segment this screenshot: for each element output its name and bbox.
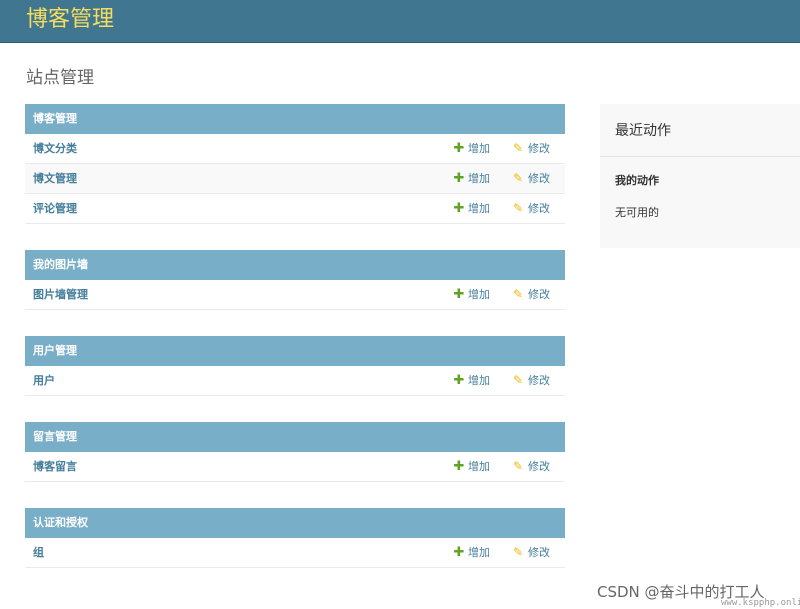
pencil-icon: ✎ (512, 459, 524, 473)
change-label: 修改 (528, 172, 550, 185)
model-row: 组 ✚ 增加 ✎ 修改 (25, 538, 565, 568)
model-link[interactable]: 评论管理 (33, 194, 77, 223)
model-row: 博客留言 ✚ 增加 ✎ 修改 (25, 452, 565, 482)
change-label: 修改 (528, 288, 550, 301)
change-link[interactable]: ✎ 修改 (512, 538, 550, 567)
model-link[interactable]: 博文管理 (33, 164, 77, 193)
pencil-icon: ✎ (512, 373, 524, 387)
pencil-icon: ✎ (512, 545, 524, 559)
add-link[interactable]: ✚ 增加 (453, 538, 490, 567)
site-header: 博客管理 (0, 0, 800, 43)
module-caption[interactable]: 留言管理 (25, 422, 565, 452)
add-label: 增加 (468, 546, 490, 559)
model-link[interactable]: 博文分类 (33, 134, 77, 163)
plus-icon: ✚ (453, 459, 465, 474)
add-link[interactable]: ✚ 增加 (453, 134, 490, 163)
plus-icon: ✚ (453, 373, 465, 388)
model-row: 图片墙管理 ✚ 增加 ✎ 修改 (25, 280, 565, 310)
add-label: 增加 (468, 288, 490, 301)
model-link[interactable]: 组 (33, 538, 44, 567)
change-link[interactable]: ✎ 修改 (512, 164, 550, 193)
add-link[interactable]: ✚ 增加 (453, 194, 490, 223)
add-link[interactable]: ✚ 增加 (453, 280, 490, 309)
module-caption[interactable]: 我的图片墙 (25, 250, 565, 280)
change-label: 修改 (528, 460, 550, 473)
empty-actions-text: 无可用的 (615, 206, 659, 219)
app-module-blog: 博客管理 博文分类 ✚ 增加 ✎ 修改 博文管理 ✚ 增加 ✎ 修改 评论管理 ✚ 增加 … (25, 104, 565, 224)
plus-icon: ✚ (453, 171, 465, 186)
change-label: 修改 (528, 142, 550, 155)
model-row: 博文分类 ✚ 增加 ✎ 修改 (25, 134, 565, 164)
pencil-icon: ✎ (512, 201, 524, 215)
add-link[interactable]: ✚ 增加 (453, 452, 490, 481)
model-row: 博文管理 ✚ 增加 ✎ 修改 (25, 164, 565, 194)
change-label: 修改 (528, 546, 550, 559)
change-link[interactable]: ✎ 修改 (512, 366, 550, 395)
model-row: 评论管理 ✚ 增加 ✎ 修改 (25, 194, 565, 224)
change-link[interactable]: ✎ 修改 (512, 194, 550, 223)
model-link[interactable]: 博客留言 (33, 452, 77, 481)
plus-icon: ✚ (453, 287, 465, 302)
app-module-users: 用户管理 用户 ✚ 增加 ✎ 修改 (25, 336, 565, 396)
change-link[interactable]: ✎ 修改 (512, 452, 550, 481)
pencil-icon: ✎ (512, 141, 524, 155)
add-link[interactable]: ✚ 增加 (453, 164, 490, 193)
model-link[interactable]: 图片墙管理 (33, 280, 88, 309)
watermark-site: www.kspphp.online (721, 598, 800, 608)
add-label: 增加 (468, 460, 490, 473)
add-label: 增加 (468, 142, 490, 155)
site-brand[interactable]: 博客管理 (26, 5, 114, 35)
model-link[interactable]: 用户 (33, 366, 55, 395)
pencil-icon: ✎ (512, 287, 524, 301)
change-link[interactable]: ✎ 修改 (512, 280, 550, 309)
add-label: 增加 (468, 172, 490, 185)
recent-actions-title: 最近动作 (615, 123, 671, 139)
pencil-icon: ✎ (512, 171, 524, 185)
plus-icon: ✚ (453, 141, 465, 156)
module-caption[interactable]: 认证和授权 (25, 508, 565, 538)
my-actions-heading: 我的动作 (615, 174, 659, 187)
divider (600, 156, 800, 157)
app-module-auth: 认证和授权 组 ✚ 增加 ✎ 修改 (25, 508, 565, 568)
add-label: 增加 (468, 202, 490, 215)
plus-icon: ✚ (453, 545, 465, 560)
recent-actions-panel: 最近动作 我的动作 无可用的 (600, 104, 800, 248)
app-module-photo-wall: 我的图片墙 图片墙管理 ✚ 增加 ✎ 修改 (25, 250, 565, 310)
module-caption[interactable]: 博客管理 (25, 104, 565, 134)
module-caption[interactable]: 用户管理 (25, 336, 565, 366)
change-label: 修改 (528, 202, 550, 215)
add-label: 增加 (468, 374, 490, 387)
app-module-messages: 留言管理 博客留言 ✚ 增加 ✎ 修改 (25, 422, 565, 482)
change-label: 修改 (528, 374, 550, 387)
model-row: 用户 ✚ 增加 ✎ 修改 (25, 366, 565, 396)
page-title: 站点管理 (26, 68, 94, 88)
change-link[interactable]: ✎ 修改 (512, 134, 550, 163)
add-link[interactable]: ✚ 增加 (453, 366, 490, 395)
plus-icon: ✚ (453, 201, 465, 216)
